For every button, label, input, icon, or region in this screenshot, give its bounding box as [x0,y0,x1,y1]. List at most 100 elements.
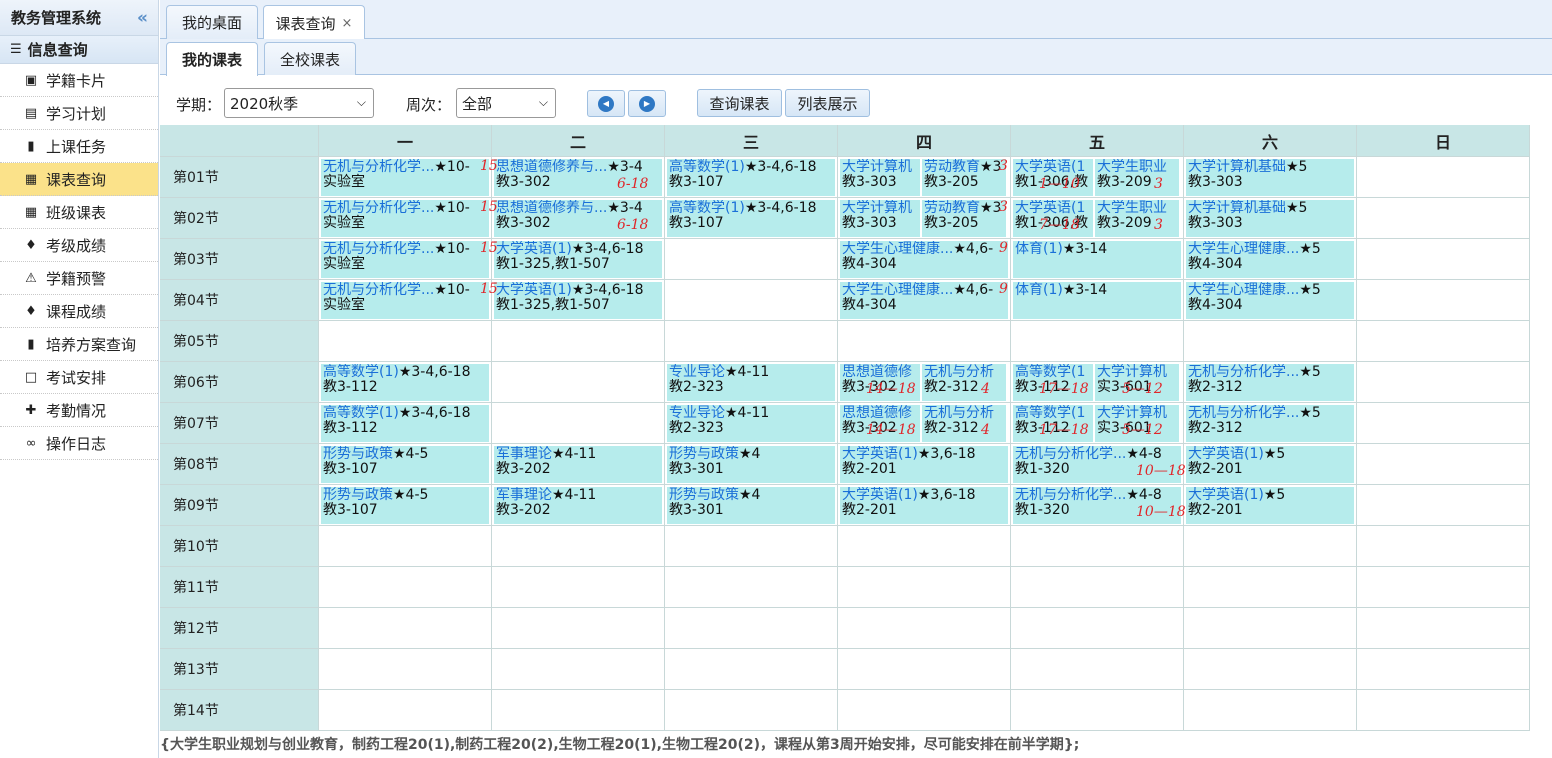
course-block[interactable]: 大学计算机 教3-303 [840,200,920,237]
week-select[interactable]: 全部 ⌵ [456,88,556,118]
course-block[interactable]: 大学计算机 教3-303 [840,159,920,196]
course-block[interactable]: 大学生心理健康...★4,6- 教4-304 [840,282,1008,319]
course-block[interactable]: 形势与政策★4 教3-301 [667,487,835,524]
course-room: 教3-302 [842,420,897,436]
course-block[interactable]: 军事理论★4-11 教3-202 [494,487,662,524]
course-block[interactable]: 大学英语(1)★5 教2-201 [1186,446,1354,483]
course-block[interactable]: 大学计算机基础★5 教3-303 [1186,159,1354,196]
course-name: 大学英语(1) [496,282,572,298]
course-block[interactable]: 无机与分析化学...★4-8 教1-320 [1013,487,1181,524]
subtab-my-label: 我的课表 [181,51,242,69]
sidebar-item-label: 班级课表 [46,203,107,222]
course-name: 大学英语(1 [1015,159,1086,175]
course-block[interactable]: 劳动教育★3 教3-205 [922,159,1006,196]
course-block[interactable]: 高等数学(1)★3-4,6-18 教3-107 [667,159,835,196]
course-block[interactable]: 大学英语(1)★3,6-18 教2-201 [840,487,1008,524]
course-block[interactable]: 无机与分析化学...★10- 实验室 [321,200,489,237]
course-block[interactable]: 大学英语(1)★3-4,6-18 教1-325,教1-507 [494,241,662,278]
sidebar-item-label: 学习计划 [46,104,107,123]
query-timetable-button[interactable]: 查询课表 [697,89,782,117]
course-block[interactable]: 大学计算机 实3-601 [1095,364,1179,401]
sidebar-item-11[interactable]: ∞ 操作日志 [0,427,158,460]
course-block[interactable]: 大学英语(1 教1-306,教 [1013,200,1093,237]
sidebar-item-6[interactable]: ⚠ 学籍预警 [0,262,158,295]
course-block[interactable]: 大学生心理健康...★4,6- 教4-304 [840,241,1008,278]
course-block[interactable]: 军事理论★4-11 教3-202 [494,446,662,483]
timetable-cell [492,362,665,403]
course-block[interactable]: 无机与分析化学...★10- 实验室 [321,282,489,319]
double-chevron-left-icon[interactable]: « [137,8,148,28]
timetable-cell [1357,649,1530,690]
sidebar-item-label: 培养方案查询 [46,335,137,354]
timetable-cell [838,608,1011,649]
next-week-button[interactable]: ▶ [628,90,666,117]
course-room: 教4-304 [842,256,897,272]
subtab-school-timetable[interactable]: 全校课表 [264,42,356,75]
course-block[interactable]: 体育(1)★3-14 [1013,241,1181,278]
course-block[interactable]: 无机与分析 教2-312 [922,364,1006,401]
course-block[interactable]: 大学英语(1)★3-4,6-18 教1-325,教1-507 [494,282,662,319]
course-block[interactable]: 高等数学(1)★3-4,6-18 教3-112 [321,405,489,442]
course-block[interactable]: 大学英语(1 教1-306,教 [1013,159,1093,196]
course-block[interactable]: 体育(1)★3-14 [1013,282,1181,319]
sidebar-item-4[interactable]: ▦ 班级课表 [0,196,158,229]
sidebar-item-1[interactable]: ▤ 学习计划 [0,97,158,130]
course-block[interactable]: 无机与分析化学...★5 教2-312 [1186,405,1354,442]
course-room: 教3-302 [496,215,551,231]
timetable-cell [1357,690,1530,731]
course-block[interactable]: 形势与政策★4 教3-301 [667,446,835,483]
timetable-cell [665,690,838,731]
course-block[interactable]: 大学计算机 实3-601 [1095,405,1179,442]
tab-timetable-query[interactable]: 课表查询 × [263,5,365,40]
course-room: 教3-303 [1188,215,1243,231]
close-icon[interactable]: × [342,16,353,31]
week-select-value: 全部 [462,94,493,113]
course-name: 无机与分析化学... [1015,487,1127,503]
course-block[interactable]: 大学生心理健康...★5 教4-304 [1186,241,1354,278]
prev-week-button[interactable]: ◀ [587,90,625,117]
sidebar-group-info-query[interactable]: ☰ 信息查询 [0,36,158,64]
course-weeks: ★3,6-18 [917,487,976,503]
course-block[interactable]: 思想道德修 教3-302 [840,405,920,442]
course-block[interactable]: 大学生职业 教3-209 [1095,159,1179,196]
subtab-my-timetable[interactable]: 我的课表 [166,42,258,76]
course-block[interactable]: 思想道德修 教3-302 [840,364,920,401]
course-name: 大学生职业 [1097,159,1167,175]
course-block[interactable]: 无机与分析 教2-312 [922,405,1006,442]
course-block[interactable]: 无机与分析化学...★10- 实验室 [321,159,489,196]
course-block[interactable]: 大学生职业 教3-209 [1095,200,1179,237]
course-block[interactable]: 大学英语(1)★3,6-18 教2-201 [840,446,1008,483]
course-block[interactable]: 无机与分析化学...★10- 实验室 [321,241,489,278]
course-block[interactable]: 大学生心理健康...★5 教4-304 [1186,282,1354,319]
course-block[interactable]: 专业导论★4-11 教2-323 [667,405,835,442]
term-select[interactable]: 2020秋季 ⌵ [224,88,374,118]
sidebar-item-8[interactable]: ▮ 培养方案查询 [0,328,158,361]
course-block[interactable]: 专业导论★4-11 教2-323 [667,364,835,401]
course-block[interactable]: 思想道德修养与...★3-4 教3-302 [494,200,662,237]
day-header: 五 [1011,125,1184,157]
sidebar-item-10[interactable]: ✚ 考勤情况 [0,394,158,427]
course-block[interactable]: 高等数学(1)★3-4,6-18 教3-112 [321,364,489,401]
list-view-button[interactable]: 列表展示 [785,89,870,117]
course-block[interactable]: 无机与分析化学...★4-8 教1-320 [1013,446,1181,483]
sidebar-item-5[interactable]: ♦ 考级成绩 [0,229,158,262]
course-block[interactable]: 高等数学(1 教3-112 [1013,405,1093,442]
course-weeks: ★3-14 [1062,282,1108,298]
course-block[interactable]: 高等数学(1 教3-112 [1013,364,1093,401]
course-block[interactable]: 形势与政策★4-5 教3-107 [321,446,489,483]
sidebar-item-3[interactable]: ▦ 课表查询 [0,163,158,196]
course-block[interactable]: 无机与分析化学...★5 教2-312 [1186,364,1354,401]
course-block[interactable]: 高等数学(1)★3-4,6-18 教3-107 [667,200,835,237]
course-block[interactable]: 大学英语(1)★5 教2-201 [1186,487,1354,524]
sidebar-item-2[interactable]: ▮ 上课任务 [0,130,158,163]
course-block[interactable]: 大学计算机基础★5 教3-303 [1186,200,1354,237]
tab-home[interactable]: 我的桌面 [166,5,258,39]
course-block[interactable]: 劳动教育★3 教3-205 [922,200,1006,237]
course-room: 实验室 [323,297,365,313]
course-block[interactable]: 思想道德修养与...★3-4 教3-302 [494,159,662,196]
course-block[interactable]: 形势与政策★4-5 教3-107 [321,487,489,524]
sidebar-item-7[interactable]: ♦ 课程成绩 [0,295,158,328]
course-weeks: ★4-11 [552,446,597,462]
sidebar-item-0[interactable]: ▣ 学籍卡片 [0,64,158,97]
sidebar-item-9[interactable]: □ 考试安排 [0,361,158,394]
